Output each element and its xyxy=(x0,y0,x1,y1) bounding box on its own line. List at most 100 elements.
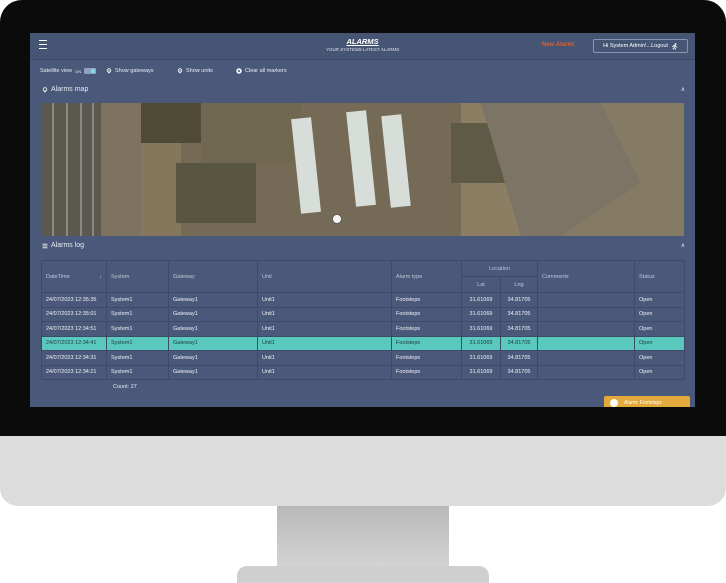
cell-comments xyxy=(537,364,636,380)
satellite-view-control: Satellite view ON xyxy=(40,68,97,74)
chevron-up-icon[interactable]: ∧ xyxy=(681,86,685,93)
cell-lat: 31.61069 xyxy=(461,350,501,366)
cell-unit: Unit1 xyxy=(257,350,392,366)
cell-status: Open xyxy=(634,321,686,337)
user-logout-label: Hi System Admin!...Logout xyxy=(603,43,668,49)
cell-gateway: Gateway1 xyxy=(168,364,258,380)
show-gateways-label: Show gateways xyxy=(115,68,154,74)
monitor-chin xyxy=(0,436,726,506)
col-header-location: Location xyxy=(460,260,539,277)
cell-datetime: 24/07/2023 12:34:51 xyxy=(41,321,107,337)
cell-unit: Unit1 xyxy=(257,321,392,337)
alarm-notification-label: Alarm: Footsteps xyxy=(624,400,662,406)
table-row[interactable]: 24/07/2023 12:34:31 System1 Gateway1 Unit1 F… xyxy=(41,350,686,366)
cell-alarm-type: Footsteps xyxy=(391,321,462,337)
alert-icon xyxy=(610,399,618,407)
cell-system: System1 xyxy=(106,306,169,322)
col-header-datetime-label: DateTime xyxy=(46,273,70,280)
cell-gateway: Gateway1 xyxy=(168,321,258,337)
cell-lat: 31.61069 xyxy=(461,364,501,380)
sort-arrow-icon[interactable]: ↓ xyxy=(99,274,102,280)
cell-unit: Unit1 xyxy=(257,364,392,380)
cell-system: System1 xyxy=(106,292,169,308)
cell-alarm-type: Footsteps xyxy=(391,335,462,351)
cell-status: Open xyxy=(634,335,686,351)
table-row[interactable]: 24/07/2023 12:34:51 System1 Gateway1 Unit1 F… xyxy=(41,321,686,337)
table-row[interactable]: 24/07/2023 12:34:41 System1 Gateway1 Unit1 F… xyxy=(41,335,686,351)
alarms-map-heading: Alarms map xyxy=(42,86,88,93)
table-header-row: DateTime ↓ System Gateway Unit Alarm type… xyxy=(41,260,686,293)
map-pin-icon xyxy=(177,68,183,74)
running-person-icon xyxy=(671,42,678,50)
cell-alarm-type: Footsteps xyxy=(391,350,462,366)
show-units-button[interactable]: Show units xyxy=(177,68,213,74)
close-circle-icon xyxy=(236,68,242,74)
toggle-state-label: ON xyxy=(75,68,82,74)
cell-alarm-type: Footsteps xyxy=(391,364,462,380)
list-icon xyxy=(42,243,48,248)
cell-lng: 34.81705 xyxy=(499,306,539,322)
col-header-lng[interactable]: Lng xyxy=(499,276,539,293)
cell-lng: 34.81705 xyxy=(499,321,539,337)
satellite-view-toggle[interactable] xyxy=(84,68,97,74)
clear-markers-button[interactable]: Clear all markers xyxy=(236,68,287,74)
cell-unit: Unit1 xyxy=(257,292,392,308)
highway-strip xyxy=(41,103,101,236)
cell-gateway: Gateway1 xyxy=(168,306,258,322)
cell-datetime: 24/07/2023 12:35:35 xyxy=(41,292,107,308)
cell-status: Open xyxy=(634,350,686,366)
cell-lat: 31.61069 xyxy=(461,321,501,337)
show-gateways-button[interactable]: Show gateways xyxy=(106,68,154,74)
cell-alarm-type: Footsteps xyxy=(391,306,462,322)
table-row[interactable]: 24/07/2023 12:35:01 System1 Gateway1 Unit1 F… xyxy=(41,306,686,322)
map-toolbar: Satellite view ON Show gateways Show uni… xyxy=(30,65,695,79)
cell-unit: Unit1 xyxy=(257,335,392,351)
col-header-alarm-type[interactable]: Alarm type xyxy=(391,260,462,293)
col-header-lat[interactable]: Lat xyxy=(461,276,501,293)
cell-system: System1 xyxy=(106,335,169,351)
col-header-status[interactable]: Status xyxy=(634,260,686,293)
alarms-log-section-header[interactable]: Alarms log ∧ xyxy=(30,239,695,253)
cell-gateway: Gateway1 xyxy=(168,335,258,351)
app-header: ALARMS YOUR SYSTEMS LATEST ALARMS New Al… xyxy=(30,33,695,60)
cell-status: Open xyxy=(634,292,686,308)
cell-gateway: Gateway1 xyxy=(168,350,258,366)
cell-lng: 34.81705 xyxy=(499,350,539,366)
col-header-unit[interactable]: Unit xyxy=(257,260,392,293)
satellite-map-imagery xyxy=(41,103,684,236)
alarm-marker-icon[interactable] xyxy=(332,214,342,224)
orchard-field xyxy=(141,103,201,143)
cell-comments xyxy=(537,350,636,366)
map-pin-icon xyxy=(106,68,112,74)
cell-unit: Unit1 xyxy=(257,306,392,322)
monitor-stand-neck xyxy=(277,506,449,572)
alarms-log-heading: Alarms log xyxy=(42,242,84,249)
orchard-field xyxy=(176,163,256,223)
satellite-view-label: Satellite view xyxy=(40,68,73,74)
alarm-notification-button[interactable]: Alarm: Footsteps xyxy=(604,396,690,407)
cell-comments xyxy=(537,306,636,322)
col-header-gateway[interactable]: Gateway xyxy=(168,260,258,293)
cell-comments xyxy=(537,335,636,351)
alarm-count: Count: 27 xyxy=(113,384,137,390)
col-header-comments[interactable]: Comments xyxy=(537,260,636,293)
col-header-datetime[interactable]: DateTime ↓ xyxy=(41,260,107,293)
col-header-system[interactable]: System xyxy=(106,260,169,293)
cell-comments xyxy=(537,321,636,337)
alarms-log-table: DateTime ↓ System Gateway Unit Alarm type… xyxy=(41,260,686,380)
satellite-map[interactable] xyxy=(41,103,684,236)
alarms-map-title: Alarms map xyxy=(51,86,89,93)
alarms-map-section-header[interactable]: Alarms map ∧ xyxy=(30,83,695,97)
cell-datetime: 24/07/2023 12:35:01 xyxy=(41,306,107,322)
table-row[interactable]: 24/07/2023 12:34:21 System1 Gateway1 Unit1 F… xyxy=(41,364,686,380)
cell-comments xyxy=(537,292,636,308)
show-units-label: Show units xyxy=(186,68,213,74)
chevron-up-icon[interactable]: ∧ xyxy=(681,242,685,249)
table-row[interactable]: 24/07/2023 12:35:35 System1 Gateway1 Unit1 F… xyxy=(41,292,686,308)
cell-system: System1 xyxy=(106,364,169,380)
monitor-stand-base xyxy=(237,566,489,583)
cell-lng: 34.81705 xyxy=(499,335,539,351)
new-alarm-indicator[interactable]: New Alarm! xyxy=(542,42,575,48)
user-logout-button[interactable]: Hi System Admin!...Logout xyxy=(593,39,688,53)
cell-lat: 31.61069 xyxy=(461,292,501,308)
